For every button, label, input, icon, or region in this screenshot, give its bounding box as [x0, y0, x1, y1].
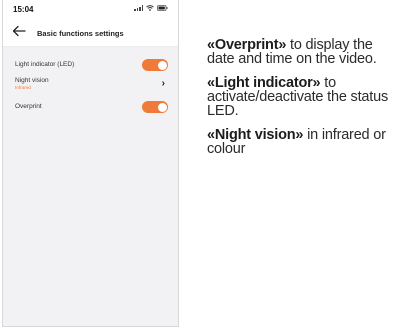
status-time: 15:04: [13, 5, 34, 14]
chevron-right-icon[interactable]: ›: [162, 79, 165, 89]
signal-icon: [134, 5, 143, 11]
light-indicator-toggle[interactable]: [142, 59, 168, 71]
setting-label: Overprint: [15, 103, 42, 110]
battery-icon: [157, 5, 168, 11]
setting-label: Light indicator (LED): [15, 61, 75, 68]
wifi-icon: [146, 5, 154, 11]
setting-label: Night vision: [15, 77, 49, 84]
toggle-knob: [157, 60, 167, 70]
status-icons: [134, 5, 168, 11]
overprint-toggle[interactable]: [142, 101, 168, 113]
settings-list: Light indicator (LED) Night vision Infra…: [3, 54, 178, 116]
back-arrow-icon[interactable]: [11, 24, 27, 38]
setting-value: Infrared: [15, 85, 31, 90]
setting-night-vision[interactable]: Night vision Infrared ›: [3, 74, 178, 96]
setting-overprint[interactable]: Overprint: [3, 96, 178, 116]
phone-screen: 15:04 Basic functions settings Light ind…: [2, 0, 179, 327]
annotation-light-indicator: «Light indicator» to activate/deactivate…: [207, 76, 393, 119]
annotation-overprint: «Overprint» to display the date and time…: [207, 38, 393, 67]
page-title: Basic functions settings: [37, 29, 124, 38]
page-header: Basic functions settings: [3, 16, 178, 47]
annotation-panel: «Overprint» to display the date and time…: [207, 38, 393, 166]
annotation-night-vision: «Night vision» in infrared or colour: [207, 128, 393, 157]
status-bar: 15:04: [3, 0, 178, 16]
toggle-knob: [157, 102, 167, 112]
setting-light-indicator[interactable]: Light indicator (LED): [3, 54, 178, 74]
